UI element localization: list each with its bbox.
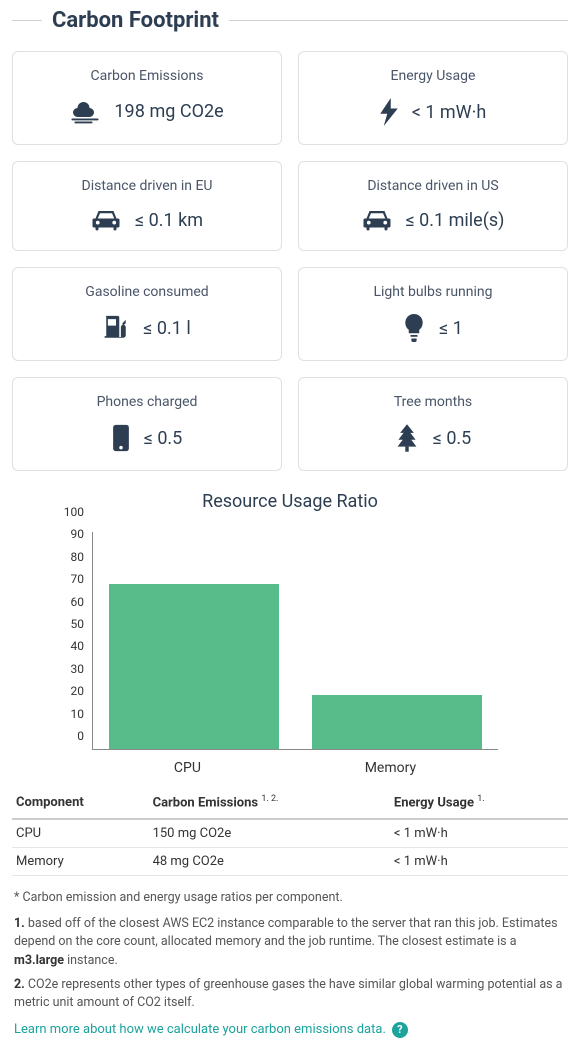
divider <box>229 20 568 21</box>
metric-card: Light bulbs running ≤ 1 <box>298 267 568 361</box>
card-value: ≤ 0.5 <box>433 428 472 449</box>
y-tick: 70 <box>71 572 85 586</box>
th-carbon: Carbon Emissions 1. 2. <box>149 786 390 819</box>
th-energy: Energy Usage 1. <box>390 786 568 819</box>
footnote-2: 2. CO2e represents other types of greenh… <box>14 976 566 1012</box>
section-title: Carbon Footprint <box>42 8 229 33</box>
card-title: Carbon Emissions <box>23 68 271 84</box>
footnote-1: 1. based off of the closest AWS EC2 inst… <box>14 915 566 969</box>
learn-more-link[interactable]: Learn more about how we calculate your c… <box>14 1022 566 1038</box>
component-table: Component Carbon Emissions 1. 2. Energy … <box>12 786 568 876</box>
cell-carbon: 48 mg CO2e <box>149 848 390 876</box>
cell-component: Memory <box>12 848 149 876</box>
metric-card: Energy Usage < 1 mW·h <box>298 51 568 145</box>
bar <box>312 695 482 749</box>
card-title: Distance driven in US <box>309 178 557 194</box>
plot-area <box>92 532 498 750</box>
cell-carbon: 150 mg CO2e <box>149 819 390 848</box>
learn-more-text: Learn more about how we calculate your c… <box>14 1022 386 1037</box>
card-title: Gasoline consumed <box>23 284 271 300</box>
bolt-icon <box>380 98 398 126</box>
card-title: Tree months <box>309 394 557 410</box>
lightbulb-icon <box>403 314 425 342</box>
card-title: Light bulbs running <box>309 284 557 300</box>
chart-title: Resource Usage Ratio <box>12 491 568 512</box>
section-header: Carbon Footprint <box>12 8 568 33</box>
metric-card: Tree months ≤ 0.5 <box>298 377 568 471</box>
divider <box>12 20 42 21</box>
card-value: ≤ 0.1 mile(s) <box>406 210 505 231</box>
metric-card: Distance driven in US ≤ 0.1 mile(s) <box>298 161 568 251</box>
card-value: 198 mg CO2e <box>114 101 223 122</box>
card-value: < 1 mW·h <box>412 102 487 123</box>
metric-cards-grid: Carbon Emissions 198 mg CO2e Energy Usage <… <box>12 51 568 471</box>
table-row: Memory48 mg CO2e< 1 mW·h <box>12 848 568 876</box>
card-title: Energy Usage <box>309 68 557 84</box>
x-label: CPU <box>174 760 201 776</box>
x-label: Memory <box>365 760 416 776</box>
tree-icon <box>395 424 419 452</box>
metric-card: Carbon Emissions 198 mg CO2e <box>12 51 282 145</box>
card-value: ≤ 1 <box>439 318 463 339</box>
y-tick: 30 <box>71 662 85 676</box>
table-caption: * Carbon emission and energy usage ratio… <box>14 890 566 905</box>
y-tick: 0 <box>77 729 84 743</box>
metric-card: Phones charged ≤ 0.5 <box>12 377 282 471</box>
card-title: Distance driven in EU <box>23 178 271 194</box>
cell-energy: < 1 mW·h <box>390 848 568 876</box>
gas-pump-icon <box>103 314 129 342</box>
y-axis: 0102030405060708090100 <box>22 526 92 750</box>
th-component: Component <box>12 786 149 819</box>
help-icon[interactable]: ? <box>392 1022 408 1038</box>
bar-chart: 0102030405060708090100 CPUMemory <box>22 526 558 776</box>
car-icon <box>91 208 121 232</box>
y-tick: 90 <box>71 527 85 541</box>
smog-icon <box>70 98 100 124</box>
card-value: ≤ 0.5 <box>144 428 183 449</box>
y-tick: 80 <box>71 550 85 564</box>
y-tick: 20 <box>71 684 85 698</box>
y-tick: 60 <box>71 595 85 609</box>
table-row: CPU150 mg CO2e< 1 mW·h <box>12 819 568 848</box>
card-value: ≤ 0.1 l <box>143 318 190 339</box>
bar <box>109 584 279 749</box>
y-tick: 40 <box>71 639 85 653</box>
y-tick: 50 <box>71 617 85 631</box>
y-tick: 10 <box>71 707 85 721</box>
y-tick: 100 <box>64 505 84 519</box>
cell-energy: < 1 mW·h <box>390 819 568 848</box>
card-value: ≤ 0.1 km <box>135 210 203 231</box>
metric-card: Distance driven in EU ≤ 0.1 km <box>12 161 282 251</box>
cell-component: CPU <box>12 819 149 848</box>
phone-icon <box>112 424 130 452</box>
car-icon <box>362 208 392 232</box>
x-axis: CPU Memory <box>92 760 498 776</box>
metric-card: Gasoline consumed ≤ 0.1 l <box>12 267 282 361</box>
card-title: Phones charged <box>23 394 271 410</box>
